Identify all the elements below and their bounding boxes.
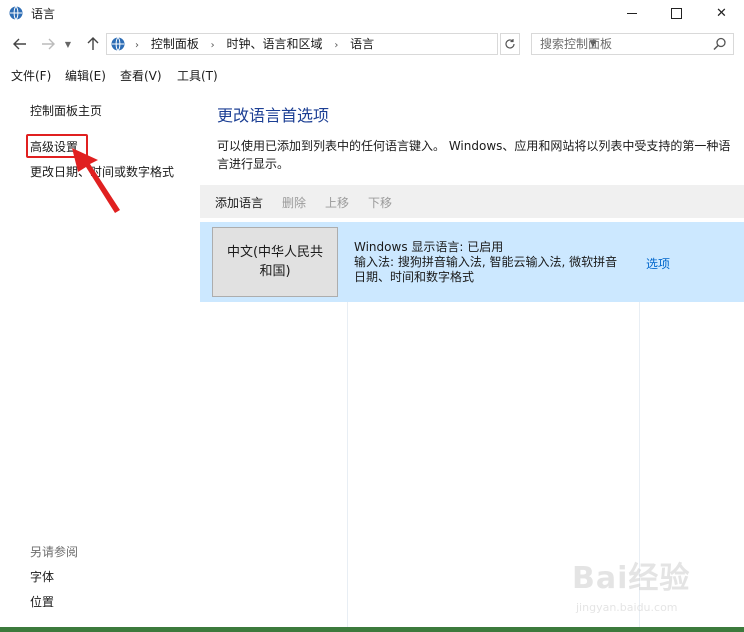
- window-title: 语言: [31, 7, 56, 21]
- minimize-button[interactable]: [609, 0, 654, 27]
- list-item[interactable]: 中文(中华人民共和国) Windows 显示语言: 已启用 输入法: 搜狗拼音输…: [200, 222, 744, 302]
- watermark-logo: Bai经验: [572, 561, 691, 596]
- input-methods: 输入法: 搜狗拼音输入法, 智能云输入法, 微软拼音: [354, 255, 618, 269]
- breadcrumb: › 控制面板 › 时钟、语言和区域 › 语言: [135, 34, 374, 54]
- chevron-down-icon: ▼: [64, 39, 72, 49]
- taskbar-edge: [0, 627, 744, 632]
- back-button[interactable]: [10, 34, 30, 54]
- menu-view[interactable]: 查看(V): [120, 67, 162, 84]
- move-up-button[interactable]: 上移: [325, 194, 349, 211]
- title-bar: 语言 ✕: [0, 0, 744, 27]
- language-toolbar: 添加语言 删除 上移 下移: [200, 185, 744, 218]
- sidebar-link-home[interactable]: 控制面板主页: [30, 102, 102, 119]
- forward-button[interactable]: [38, 34, 58, 54]
- date-time-format: 日期、时间和数字格式: [354, 270, 475, 284]
- see-also-heading: 另请参阅: [30, 545, 79, 559]
- breadcrumb-clock-region[interactable]: 时钟、语言和区域: [227, 37, 323, 51]
- maximize-button[interactable]: [654, 0, 699, 27]
- arrow-right-icon: [42, 38, 55, 50]
- move-down-button[interactable]: 下移: [368, 194, 392, 211]
- search-box[interactable]: [531, 33, 734, 55]
- sidebar-link-fonts[interactable]: 字体: [30, 568, 54, 585]
- search-icon[interactable]: [712, 36, 728, 52]
- page-description: 可以使用已添加到列表中的任何语言键入。 Windows、应用和网站将以列表中受支…: [217, 139, 731, 171]
- menu-edit[interactable]: 编辑(E): [65, 67, 106, 84]
- language-name: 中文(中华人民共和国): [226, 245, 324, 279]
- search-input[interactable]: [532, 34, 728, 54]
- menu-tools[interactable]: 工具(T): [177, 67, 218, 84]
- breadcrumb-language[interactable]: 语言: [350, 37, 374, 51]
- chevron-right-icon[interactable]: ›: [334, 40, 338, 51]
- page-title: 更改语言首选项: [217, 106, 330, 125]
- sidebar-link-location[interactable]: 位置: [30, 593, 54, 610]
- add-language-button[interactable]: 添加语言: [215, 194, 263, 211]
- breadcrumb-control-panel[interactable]: 控制面板: [151, 37, 199, 51]
- menu-file[interactable]: 文件(F): [11, 67, 51, 84]
- arrow-up-icon: [87, 37, 99, 50]
- display-language-status: Windows 显示语言: 已启用: [354, 240, 504, 254]
- refresh-icon: [505, 39, 515, 49]
- arrow-left-icon: [13, 38, 26, 50]
- watermark-url: jingyan.baidu.com: [576, 601, 678, 614]
- language-chinese-button[interactable]: 中文(中华人民共和国): [212, 227, 338, 297]
- menu-bar: 文件(F) 编辑(E) 查看(V) 工具(T): [0, 64, 744, 86]
- globe-clock-icon: [111, 37, 125, 51]
- sidebar: 控制面板主页 高级设置 更改日期、时间或数字格式 另请参阅 字体 位置: [0, 86, 200, 632]
- remove-button[interactable]: 删除: [282, 194, 306, 211]
- navigation-bar: ▼ › 控制面板 › 时钟、语言和区域 › 语言 ▼: [0, 30, 744, 60]
- language-details: Windows 显示语言: 已启用 输入法: 搜狗拼音输入法, 智能云输入法, …: [354, 240, 617, 285]
- annotation-arrow-icon: [72, 148, 120, 213]
- chevron-right-icon[interactable]: ›: [211, 40, 215, 51]
- options-link[interactable]: 选项: [646, 255, 670, 272]
- globe-clock-icon: [9, 6, 23, 20]
- address-bar[interactable]: › 控制面板 › 时钟、语言和区域 › 语言 ▼: [106, 33, 596, 55]
- close-button[interactable]: ✕: [699, 0, 744, 27]
- refresh-button[interactable]: [500, 33, 520, 55]
- up-button[interactable]: [83, 34, 103, 54]
- recent-locations-button[interactable]: ▼: [62, 34, 74, 54]
- watermark: Bai经验 jingyan.baidu.com: [572, 553, 732, 625]
- chevron-right-icon[interactable]: ›: [135, 40, 139, 51]
